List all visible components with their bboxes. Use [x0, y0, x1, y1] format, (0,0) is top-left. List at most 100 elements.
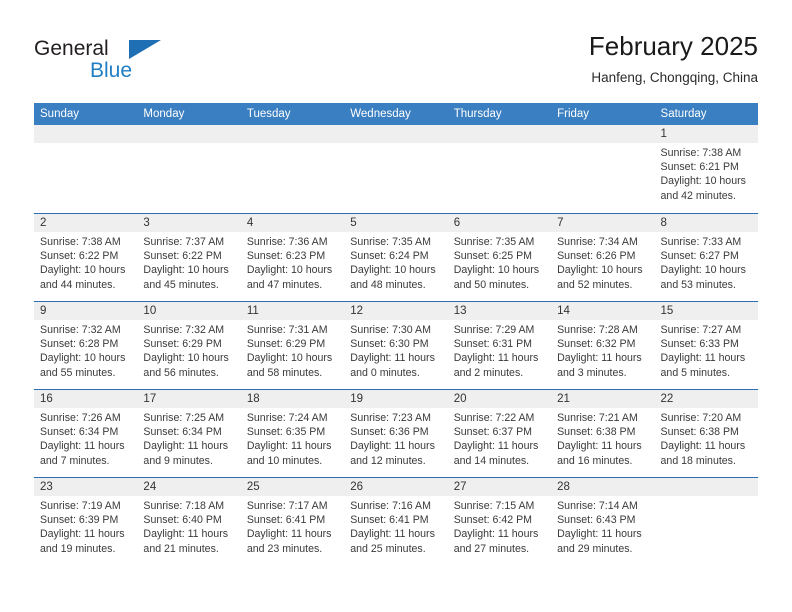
sunrise-text: Sunrise: 7:28 AM	[557, 324, 638, 336]
day-number: 2	[34, 214, 138, 232]
calendar-day-cell[interactable]: 24 Sunrise: 7:18 AM Sunset: 6:40 PM Dayligh…	[137, 478, 241, 565]
daylight-text-line2: and 2 minutes.	[453, 366, 524, 379]
calendar-day-cell[interactable]: 16 Sunrise: 7:26 AM Sunset: 6:34 PM Dayligh…	[34, 390, 138, 477]
daylight-text-line1: Daylight: 11 hours	[350, 528, 435, 541]
sunset-text: Sunset: 6:29 PM	[143, 338, 222, 351]
calendar-day-cell[interactable]: 20 Sunrise: 7:22 AM Sunset: 6:37 PM Dayligh…	[447, 390, 552, 477]
day-number: 10	[137, 302, 241, 320]
day-number: 17	[137, 390, 241, 408]
calendar-day-cell[interactable]: 14 Sunrise: 7:28 AM Sunset: 6:32 PM Dayligh…	[551, 302, 655, 389]
sunrise-text: Sunrise: 7:21 AM	[557, 412, 638, 424]
day-sun-info: Sunrise: 7:38 AM Sunset: 6:22 PM Daylight:…	[34, 232, 137, 292]
calendar-day-cell[interactable]: 7 Sunrise: 7:34 AM Sunset: 6:26 PM Daylight…	[551, 214, 655, 301]
calendar-day-cell[interactable]: 22 Sunrise: 7:20 AM Sunset: 6:38 PM Dayligh…	[654, 390, 758, 477]
day-number: 18	[240, 390, 345, 408]
calendar-day-cell[interactable]: 15 Sunrise: 7:27 AM Sunset: 6:33 PM Dayligh…	[654, 302, 758, 389]
day-sun-info: Sunrise: 7:37 AM Sunset: 6:22 PM Daylight:…	[137, 232, 240, 292]
calendar-day-cell[interactable]: 27 Sunrise: 7:15 AM Sunset: 6:42 PM Dayligh…	[447, 478, 552, 565]
weekday-header-sunday: Sunday	[40, 108, 80, 120]
general-blue-logo[interactable]: General Blue	[34, 36, 164, 88]
day-number: 28	[551, 478, 655, 496]
calendar-day-cell[interactable]: 17 Sunrise: 7:25 AM Sunset: 6:34 PM Dayligh…	[137, 390, 241, 477]
daylight-text-line2: and 16 minutes.	[557, 454, 633, 467]
calendar-day-cell[interactable]: 12 Sunrise: 7:30 AM Sunset: 6:30 PM Dayligh…	[344, 302, 448, 389]
day-sun-info: Sunrise: 7:35 AM Sunset: 6:25 PM Daylight:…	[448, 232, 551, 292]
daylight-text-line1: Daylight: 11 hours	[143, 440, 229, 453]
day-sun-info: Sunrise: 7:38 AM Sunset: 6:21 PM Daylight:…	[655, 143, 758, 203]
calendar-empty-cell	[447, 125, 552, 213]
sunset-text: Sunset: 6:38 PM	[557, 426, 636, 439]
sunrise-text: Sunrise: 7:18 AM	[143, 500, 225, 512]
calendar-day-cell[interactable]: 9 Sunrise: 7:32 AM Sunset: 6:28 PM Daylight…	[34, 302, 138, 389]
day-number	[654, 478, 758, 496]
day-sun-info: Sunrise: 7:20 AM Sunset: 6:38 PM Daylight:…	[655, 408, 758, 468]
calendar-empty-cell	[34, 125, 138, 213]
day-number: 7	[551, 214, 655, 232]
calendar-empty-cell	[137, 125, 241, 213]
sunset-text: Sunset: 6:31 PM	[453, 338, 533, 351]
triangle-icon	[129, 40, 161, 59]
sunrise-text: Sunrise: 7:35 AM	[453, 236, 535, 248]
title-block: February 2025 Hanfeng, Chongqing, China	[589, 30, 758, 88]
day-number: 25	[240, 478, 345, 496]
sunset-text: Sunset: 6:38 PM	[660, 426, 739, 439]
calendar-day-cell[interactable]: 23 Sunrise: 7:19 AM Sunset: 6:39 PM Dayligh…	[34, 478, 138, 565]
calendar-day-cell[interactable]: 3 Sunrise: 7:37 AM Sunset: 6:22 PM Daylight…	[137, 214, 241, 301]
calendar-day-cell[interactable]: 18 Sunrise: 7:24 AM Sunset: 6:35 PM Dayligh…	[240, 390, 345, 477]
day-number: 9	[34, 302, 138, 320]
daylight-text-line1: Daylight: 11 hours	[557, 352, 642, 365]
day-sun-info: Sunrise: 7:26 AM Sunset: 6:34 PM Daylight:…	[34, 408, 137, 468]
day-sun-info: Sunrise: 7:25 AM Sunset: 6:34 PM Daylight:…	[137, 408, 240, 468]
sunrise-text: Sunrise: 7:36 AM	[246, 236, 328, 248]
day-sun-info: Sunrise: 7:31 AM Sunset: 6:29 PM Daylight:…	[241, 320, 344, 380]
daylight-text-line2: and 12 minutes.	[350, 454, 426, 467]
sunrise-text: Sunrise: 7:31 AM	[246, 324, 328, 336]
calendar-day-cell[interactable]: 21 Sunrise: 7:21 AM Sunset: 6:38 PM Dayligh…	[551, 390, 655, 477]
daylight-text-line1: Daylight: 11 hours	[557, 440, 642, 453]
calendar-day-cell[interactable]: 4 Sunrise: 7:36 AM Sunset: 6:23 PM Daylight…	[240, 214, 345, 301]
sunset-text: Sunset: 6:27 PM	[660, 250, 739, 263]
sunset-text: Sunset: 6:39 PM	[40, 514, 119, 527]
calendar-empty-cell	[344, 125, 448, 213]
day-sun-info: Sunrise: 7:32 AM Sunset: 6:29 PM Daylight:…	[137, 320, 240, 380]
location-subtitle: Hanfeng, Chongqing, China	[591, 70, 758, 85]
calendar-day-cell[interactable]: 2 Sunrise: 7:38 AM Sunset: 6:22 PM Daylight…	[34, 214, 138, 301]
day-sun-info: Sunrise: 7:33 AM Sunset: 6:27 PM Daylight:…	[655, 232, 758, 292]
day-number: 16	[34, 390, 138, 408]
calendar-day-cell[interactable]: 10 Sunrise: 7:32 AM Sunset: 6:29 PM Dayligh…	[137, 302, 241, 389]
calendar-day-cell[interactable]: 28 Sunrise: 7:14 AM Sunset: 6:43 PM Dayligh…	[551, 478, 655, 565]
calendar-day-cell[interactable]: 19 Sunrise: 7:23 AM Sunset: 6:36 PM Dayligh…	[344, 390, 448, 477]
day-sun-info: Sunrise: 7:35 AM Sunset: 6:24 PM Daylight:…	[344, 232, 447, 292]
sunset-text: Sunset: 6:41 PM	[246, 514, 326, 527]
sunrise-text: Sunrise: 7:30 AM	[350, 324, 431, 336]
daylight-text-line2: and 29 minutes.	[557, 542, 633, 555]
sunrise-text: Sunrise: 7:19 AM	[40, 500, 121, 512]
calendar-day-cell[interactable]: 8 Sunrise: 7:33 AM Sunset: 6:27 PM Daylight…	[654, 214, 758, 301]
day-number	[34, 125, 138, 143]
calendar-week-row: 23 Sunrise: 7:19 AM Sunset: 6:39 PM Dayligh…	[34, 477, 758, 565]
sunset-text: Sunset: 6:34 PM	[143, 426, 222, 439]
weekday-header-friday: Friday	[557, 108, 590, 120]
calendar-empty-cell	[240, 125, 345, 213]
calendar-day-cell[interactable]: 11 Sunrise: 7:31 AM Sunset: 6:29 PM Dayligh…	[240, 302, 345, 389]
calendar-day-cell[interactable]: 1 Sunrise: 7:38 AM Sunset: 6:21 PM Daylight…	[654, 125, 758, 213]
weekday-header-tuesday: Tuesday	[246, 108, 291, 120]
day-sun-info: Sunrise: 7:28 AM Sunset: 6:32 PM Daylight:…	[551, 320, 654, 380]
calendar-week-row: 1 Sunrise: 7:38 AM Sunset: 6:21 PM Daylight…	[34, 125, 758, 213]
calendar-day-cell[interactable]: 26 Sunrise: 7:16 AM Sunset: 6:41 PM Dayligh…	[344, 478, 448, 565]
day-sun-info: Sunrise: 7:18 AM Sunset: 6:40 PM Daylight:…	[137, 496, 240, 556]
day-sun-info: Sunrise: 7:29 AM Sunset: 6:31 PM Daylight:…	[448, 320, 551, 380]
daylight-text-line1: Daylight: 10 hours	[246, 264, 333, 277]
calendar-week-row: 9 Sunrise: 7:32 AM Sunset: 6:28 PM Daylight…	[34, 301, 758, 389]
calendar-day-cell[interactable]: 13 Sunrise: 7:29 AM Sunset: 6:31 PM Dayligh…	[447, 302, 552, 389]
day-sun-info: Sunrise: 7:17 AM Sunset: 6:41 PM Daylight:…	[241, 496, 344, 556]
daylight-text-line2: and 18 minutes.	[660, 454, 736, 467]
calendar-day-cell[interactable]: 5 Sunrise: 7:35 AM Sunset: 6:24 PM Daylight…	[344, 214, 448, 301]
day-number: 26	[344, 478, 448, 496]
daylight-text-line1: Daylight: 10 hours	[557, 264, 643, 277]
sunset-text: Sunset: 6:37 PM	[453, 426, 533, 439]
calendar-day-cell[interactable]: 25 Sunrise: 7:17 AM Sunset: 6:41 PM Dayligh…	[240, 478, 345, 565]
calendar-weeks: 1 Sunrise: 7:38 AM Sunset: 6:21 PM Daylight…	[34, 125, 758, 565]
calendar-day-cell[interactable]: 6 Sunrise: 7:35 AM Sunset: 6:25 PM Daylight…	[447, 214, 552, 301]
day-number: 8	[654, 214, 758, 232]
